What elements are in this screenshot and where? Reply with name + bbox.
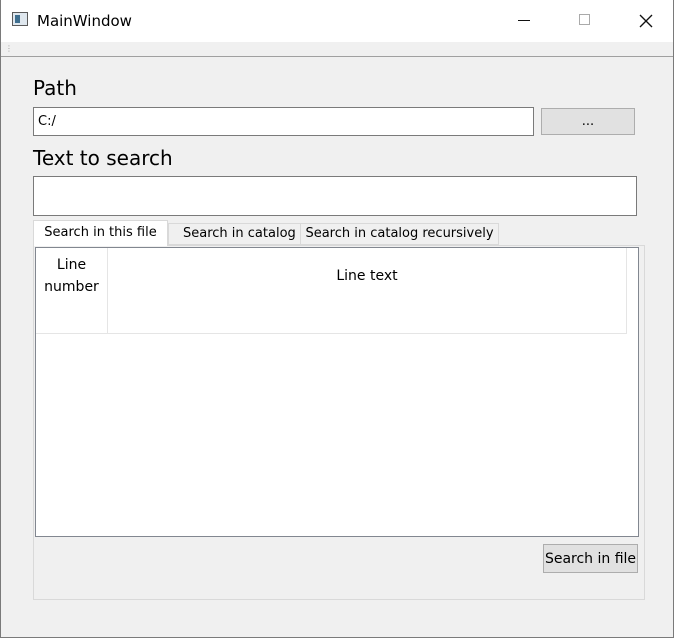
app-window-icon [12,12,28,26]
main-window: MainWindow ⋮ Path ... Text to search Sea… [0,0,674,638]
title-bar[interactable]: MainWindow [1,0,673,42]
search-in-file-button[interactable]: Search in file [543,544,638,573]
minimize-button[interactable] [501,0,547,42]
maximize-button[interactable] [562,0,608,42]
text-to-search-label: Text to search [33,146,173,170]
toolbar: ⋮ [1,42,673,57]
column-header-line-text[interactable]: Line text [108,248,627,334]
close-button[interactable] [623,0,669,42]
close-icon [639,14,653,28]
tab-search-in-catalog-recursively[interactable]: Search in catalog recursively [300,223,499,245]
column-header-line-number[interactable]: Line number [36,248,108,334]
browse-button[interactable]: ... [541,108,635,135]
path-input[interactable] [33,107,534,136]
path-label: Path [33,76,77,100]
text-to-search-input[interactable] [33,176,637,216]
toolbar-grip-icon[interactable]: ⋮ [5,45,13,53]
tab-search-in-this-file[interactable]: Search in this file [33,220,168,246]
maximize-icon [579,14,590,25]
results-table[interactable]: Line number Line text [35,247,639,537]
minimize-icon [518,20,530,21]
tab-search-in-catalog[interactable]: Search in catalog [168,223,301,245]
window-title: MainWindow [37,12,132,30]
